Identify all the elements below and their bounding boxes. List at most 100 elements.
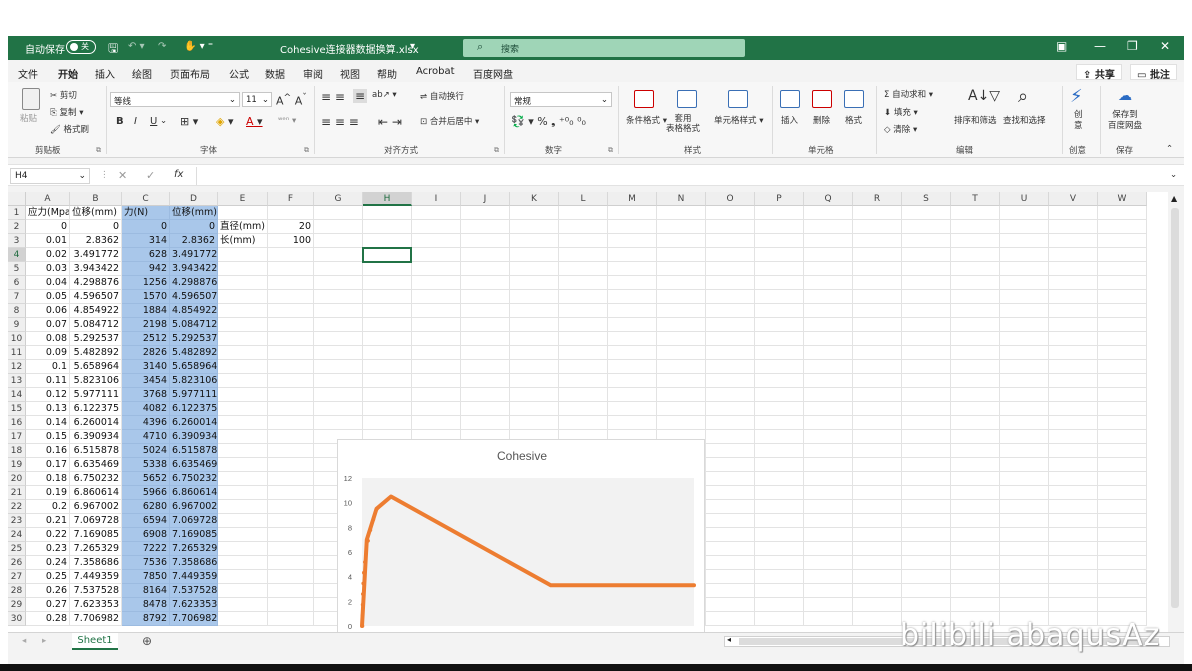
table-cell[interactable] (1098, 206, 1147, 220)
table-cell[interactable] (1098, 416, 1147, 430)
table-cell[interactable] (608, 276, 657, 290)
table-cell[interactable] (268, 528, 314, 542)
format-painter-button[interactable]: 🖌 格式刷 (50, 123, 89, 135)
cell-a20[interactable]: 0.18 (26, 472, 70, 486)
table-cell[interactable] (218, 500, 268, 514)
cell-b3[interactable]: 2.8362 (70, 234, 122, 248)
table-cell[interactable] (1098, 458, 1147, 472)
cell-styles-icon[interactable] (728, 90, 748, 108)
cell-a15[interactable]: 0.13 (26, 402, 70, 416)
vertical-scrollbar[interactable]: ▲ (1168, 192, 1182, 632)
table-cell[interactable] (853, 444, 902, 458)
row-header[interactable]: 24 (8, 528, 26, 542)
sheet-tab-sheet1[interactable]: Sheet1 (72, 633, 118, 650)
table-cell[interactable] (706, 388, 755, 402)
table-cell[interactable] (218, 276, 268, 290)
table-cell[interactable] (314, 220, 363, 234)
cell-a25[interactable]: 0.23 (26, 542, 70, 556)
table-cell[interactable] (412, 206, 461, 220)
cell-a30[interactable]: 0.28 (26, 612, 70, 626)
table-cell[interactable] (461, 220, 510, 234)
table-cell[interactable] (268, 374, 314, 388)
wrap-text-button[interactable]: ⇌ 自动换行 (420, 90, 464, 102)
table-cell[interactable] (363, 220, 412, 234)
table-cell[interactable] (853, 416, 902, 430)
table-cell[interactable] (706, 486, 755, 500)
table-cell[interactable] (363, 276, 412, 290)
cell-a8[interactable]: 0.06 (26, 304, 70, 318)
cell-d6[interactable]: 4.298876 (170, 276, 218, 290)
table-cell[interactable] (804, 598, 853, 612)
table-cell[interactable] (510, 332, 559, 346)
font-name-select[interactable]: 等线 ⌄ (110, 92, 240, 107)
table-cell[interactable] (902, 262, 951, 276)
table-cell[interactable] (902, 318, 951, 332)
table-cell[interactable] (804, 612, 853, 626)
cell-d7[interactable]: 4.596507 (170, 290, 218, 304)
bold-button[interactable]: B (116, 116, 124, 127)
table-cell[interactable] (1049, 234, 1098, 248)
table-cell[interactable] (314, 318, 363, 332)
table-cell[interactable] (706, 248, 755, 262)
table-cell[interactable] (412, 304, 461, 318)
table-cell[interactable] (218, 402, 268, 416)
column-header[interactable]: P (755, 192, 804, 206)
table-cell[interactable] (218, 332, 268, 346)
cell-b2[interactable]: 0 (70, 220, 122, 234)
table-cell[interactable] (853, 514, 902, 528)
table-cell[interactable] (510, 318, 559, 332)
clear-button[interactable]: ◇ 清除 ▾ (884, 123, 917, 135)
table-cell[interactable] (902, 374, 951, 388)
table-cell[interactable] (657, 360, 706, 374)
table-cell[interactable] (559, 290, 608, 304)
table-cell[interactable] (268, 416, 314, 430)
table-cell[interactable] (510, 234, 559, 248)
table-cell[interactable] (461, 346, 510, 360)
row-header[interactable]: 30 (8, 612, 26, 626)
cell-a3[interactable]: 0.01 (26, 234, 70, 248)
table-cell[interactable] (706, 374, 755, 388)
cell-d23[interactable]: 7.069728 (170, 514, 218, 528)
table-cell[interactable] (1098, 542, 1147, 556)
table-cell[interactable] (461, 374, 510, 388)
table-cell[interactable] (804, 472, 853, 486)
table-cell[interactable] (461, 388, 510, 402)
fill-color-button[interactable]: ◈ ▾ (216, 115, 234, 128)
cell-b29[interactable]: 7.623353 (70, 598, 122, 612)
table-cell[interactable] (510, 360, 559, 374)
table-cell[interactable] (902, 220, 951, 234)
table-cell[interactable] (706, 332, 755, 346)
table-cell[interactable] (218, 318, 268, 332)
table-cell[interactable] (951, 332, 1000, 346)
table-cell[interactable] (853, 248, 902, 262)
table-cell[interactable] (559, 276, 608, 290)
row-header[interactable]: 4 (8, 248, 26, 262)
table-cell[interactable] (268, 542, 314, 556)
table-cell[interactable] (804, 430, 853, 444)
chevron-down-icon[interactable]: ▾ (410, 41, 415, 52)
column-header[interactable]: Q (804, 192, 853, 206)
autosave-toggle[interactable]: 关 (66, 40, 96, 54)
column-header[interactable]: E (218, 192, 268, 206)
table-cell[interactable] (510, 220, 559, 234)
row-header[interactable]: 17 (8, 430, 26, 444)
cell-a29[interactable]: 0.27 (26, 598, 70, 612)
table-cell[interactable] (510, 416, 559, 430)
align-bottom-icon[interactable]: ≡ (353, 89, 368, 103)
redo-icon[interactable]: ↷ (158, 41, 166, 52)
cancel-icon[interactable]: ✕ (118, 169, 127, 182)
cell-b28[interactable]: 7.537528 (70, 584, 122, 598)
table-cell[interactable] (218, 486, 268, 500)
table-cell[interactable] (1000, 528, 1049, 542)
tab-formulas[interactable]: 公式 (229, 66, 249, 81)
table-cell[interactable] (314, 360, 363, 374)
table-cell[interactable] (559, 248, 608, 262)
cell-a11[interactable]: 0.09 (26, 346, 70, 360)
table-cell[interactable] (559, 262, 608, 276)
table-cell[interactable] (1049, 430, 1098, 444)
font-color-button[interactable]: A ▾ (246, 115, 263, 128)
chart[interactable]: Cohesive 02468101200.490.981.471.962.452… (337, 439, 705, 632)
table-cell[interactable] (853, 458, 902, 472)
cell-c10[interactable]: 2512 (122, 332, 170, 346)
table-cell[interactable] (363, 262, 412, 276)
